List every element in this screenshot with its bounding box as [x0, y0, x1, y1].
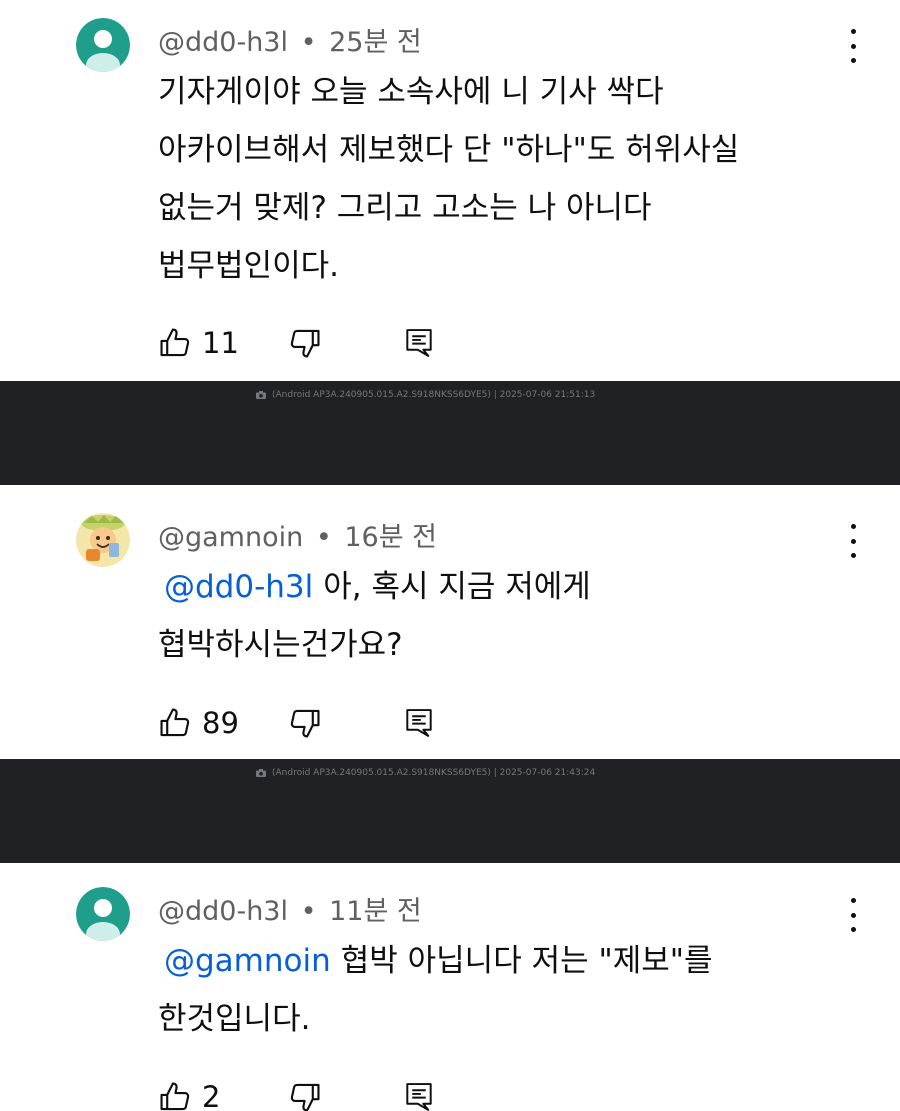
thumbs-up-icon	[160, 1082, 190, 1111]
comment-text: @dd0-h3l 아, 혹시 지금 저에게 협박하시는건가요?	[158, 558, 858, 674]
meta-separator: •	[300, 27, 317, 58]
thumbs-down-icon	[290, 1083, 320, 1111]
more-options-icon[interactable]	[838, 29, 868, 63]
like-count: 89	[202, 706, 239, 740]
meta-separator: •	[300, 896, 317, 927]
screenshot-stamp-text: (Android AP3A.240905.015.A2.S918NKSS6DYE…	[272, 768, 596, 778]
comment-text-line: 법무법인이다.	[158, 248, 339, 284]
screenshot-separator: (Android AP3A.240905.015.A2.S918NKSS6DYE…	[0, 759, 900, 863]
avatar[interactable]	[76, 887, 130, 941]
camera-icon	[256, 769, 266, 777]
comment-actions: 89	[158, 703, 478, 743]
like-count: 11	[202, 326, 239, 360]
like-button[interactable]: 2	[158, 1077, 220, 1111]
comment-meta: @gamnoin • 16분 전	[158, 515, 437, 554]
comment-text-line: 기자게이야 오늘 소속사에 니 기사 싹다	[158, 74, 664, 110]
comment-meta: @dd0-h3l • 11분 전	[158, 889, 422, 928]
more-options-icon[interactable]	[838, 524, 868, 558]
comment-actions: 11	[158, 323, 478, 363]
reply-icon	[406, 709, 432, 737]
like-count: 2	[202, 1080, 221, 1111]
comment-time: 25분 전	[329, 27, 422, 58]
comment-text-line: 아카이브해서 제보했다 단 "하나"도 허위사실	[158, 132, 740, 168]
thumbs-down-icon	[290, 709, 320, 738]
comment-author[interactable]: @dd0-h3l	[158, 27, 288, 58]
comment-actions: 2	[158, 1077, 478, 1111]
comment-text: 기자게이야 오늘 소속사에 니 기사 싹다 아카이브해서 제보했다 단 "하나"…	[158, 63, 858, 295]
comment-author[interactable]: @gamnoin	[158, 522, 303, 553]
screenshot-stamp: (Android AP3A.240905.015.A2.S918NKSS6DYE…	[256, 763, 595, 783]
comment-meta: @dd0-h3l • 25분 전	[158, 20, 422, 59]
comment-text-segment: 협박 아닙니다 저는 "제보"를	[340, 943, 713, 979]
thumbs-up-icon	[160, 708, 190, 737]
comment-text-line: 협박하시는건가요?	[158, 627, 403, 663]
dislike-button[interactable]	[288, 703, 322, 743]
default-person-avatar-icon	[76, 887, 130, 941]
comment-time: 11분 전	[329, 896, 422, 927]
comment-1: @dd0-h3l • 25분 전 기자게이야 오늘 소속사에 니 기사 싹다 아…	[0, 0, 900, 381]
comment-time: 16분 전	[344, 522, 437, 553]
screenshot-stamp: (Android AP3A.240905.015.A2.S918NKSS6DYE…	[256, 385, 595, 405]
comment-text-segment: 아, 혹시 지금 저에게	[323, 569, 591, 605]
cartoon-character-avatar-icon	[76, 513, 130, 567]
avatar[interactable]	[76, 513, 130, 567]
dislike-button[interactable]	[288, 1077, 322, 1111]
meta-separator: •	[315, 522, 332, 553]
like-button[interactable]: 89	[158, 703, 239, 743]
comment-author[interactable]: @dd0-h3l	[158, 896, 288, 927]
thumbs-up-icon	[160, 328, 190, 357]
mention-link[interactable]: @gamnoin	[164, 943, 331, 979]
more-options-icon[interactable]	[838, 898, 868, 932]
reply-button[interactable]	[404, 1077, 434, 1111]
screenshot-separator: (Android AP3A.240905.015.A2.S918NKSS6DYE…	[0, 381, 900, 485]
reply-button[interactable]	[404, 323, 434, 363]
comment-text-line: 한것입니다.	[158, 1001, 311, 1037]
default-person-avatar-icon	[76, 18, 130, 72]
comment-text-line: @gamnoin 협박 아닙니다 저는 "제보"를	[158, 932, 858, 990]
camera-icon	[256, 391, 266, 399]
screenshot-stamp-text: (Android AP3A.240905.015.A2.S918NKSS6DYE…	[272, 390, 596, 400]
comment-2: @gamnoin • 16분 전 @dd0-h3l 아, 혹시 지금 저에게 협박…	[0, 485, 900, 759]
comments-page: @dd0-h3l • 25분 전 기자게이야 오늘 소속사에 니 기사 싹다 아…	[0, 0, 900, 1111]
comment-text-line: @dd0-h3l 아, 혹시 지금 저에게	[158, 558, 858, 616]
thumbs-down-icon	[290, 329, 320, 358]
reply-icon	[406, 1083, 432, 1111]
like-button[interactable]: 11	[158, 323, 239, 363]
comment-text-line: 없는거 맞제? 그리고 고소는 나 아니다	[158, 190, 652, 226]
reply-icon	[406, 329, 432, 357]
reply-button[interactable]	[404, 703, 434, 743]
comment-text: @gamnoin 협박 아닙니다 저는 "제보"를 한것입니다.	[158, 932, 858, 1048]
comment-3: @dd0-h3l • 11분 전 @gamnoin 협박 아닙니다 저는 "제보"…	[0, 863, 900, 1111]
dislike-button[interactable]	[288, 323, 322, 363]
avatar[interactable]	[76, 18, 130, 72]
mention-link[interactable]: @dd0-h3l	[164, 569, 313, 605]
